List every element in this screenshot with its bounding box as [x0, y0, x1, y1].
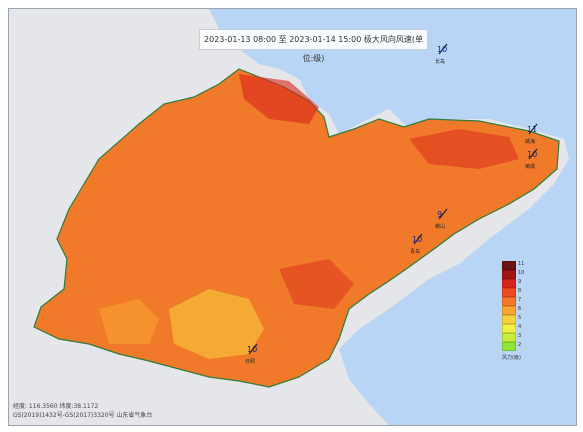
station-value: 10	[247, 345, 257, 354]
legend-level-label: 11	[518, 261, 525, 267]
station-name: 青岛	[410, 248, 420, 255]
legend-level-label: 7	[518, 297, 522, 303]
legend-swatch	[502, 342, 516, 351]
legend-level-label: 6	[518, 306, 522, 312]
legend-swatch	[502, 315, 516, 324]
station-value: 10	[527, 150, 537, 159]
legend-swatch	[502, 288, 516, 297]
map-title: 2023-01-13 08:00 至 2023-01-14 15:00 极大风向…	[199, 29, 428, 63]
station-value: 10	[412, 235, 422, 244]
legend-level-label: 3	[518, 333, 522, 339]
legend-level-label: 9	[518, 279, 522, 285]
station-value: 10	[437, 45, 447, 54]
legend-level-label: 8	[518, 288, 522, 294]
legend-swatch	[502, 261, 516, 270]
station-value: 11	[527, 125, 537, 134]
wind-map[interactable]: 10 日照 10 荣成 10 长岛 11 威海 10 青岛 9 崂山	[9, 9, 576, 425]
legend-swatch	[502, 297, 516, 306]
coordinate-readout: 经度: 116.3560 纬度:38.1172	[13, 403, 99, 410]
legend-title: 风力(级)	[502, 355, 521, 361]
wind-legend: 11 10 9 8 7 6 5 4 3 2	[502, 261, 528, 351]
station-name: 崂山	[435, 223, 445, 230]
station-value: 9	[437, 210, 442, 219]
map-credit: GS(2019)1432号-GS(2017)3320号 山东省气象台	[13, 412, 153, 419]
legend-level-label: 4	[518, 324, 522, 330]
legend-swatch	[502, 306, 516, 315]
station-name: 威海	[525, 138, 535, 145]
station-name: 日照	[245, 359, 255, 365]
legend-level-label: 10	[518, 270, 525, 276]
legend-swatch	[502, 333, 516, 342]
station-name: 荣成	[525, 163, 535, 170]
legend-swatch	[502, 324, 516, 333]
legend-swatch	[502, 270, 516, 279]
station-name: 长岛	[435, 58, 445, 65]
legend-level-label: 5	[518, 315, 522, 321]
map-frame: 10 日照 10 荣成 10 长岛 11 威海 10 青岛 9 崂山 2023-01-13 08:00…	[8, 8, 577, 426]
legend-swatch	[502, 279, 516, 288]
legend-level-label: 2	[518, 342, 522, 348]
